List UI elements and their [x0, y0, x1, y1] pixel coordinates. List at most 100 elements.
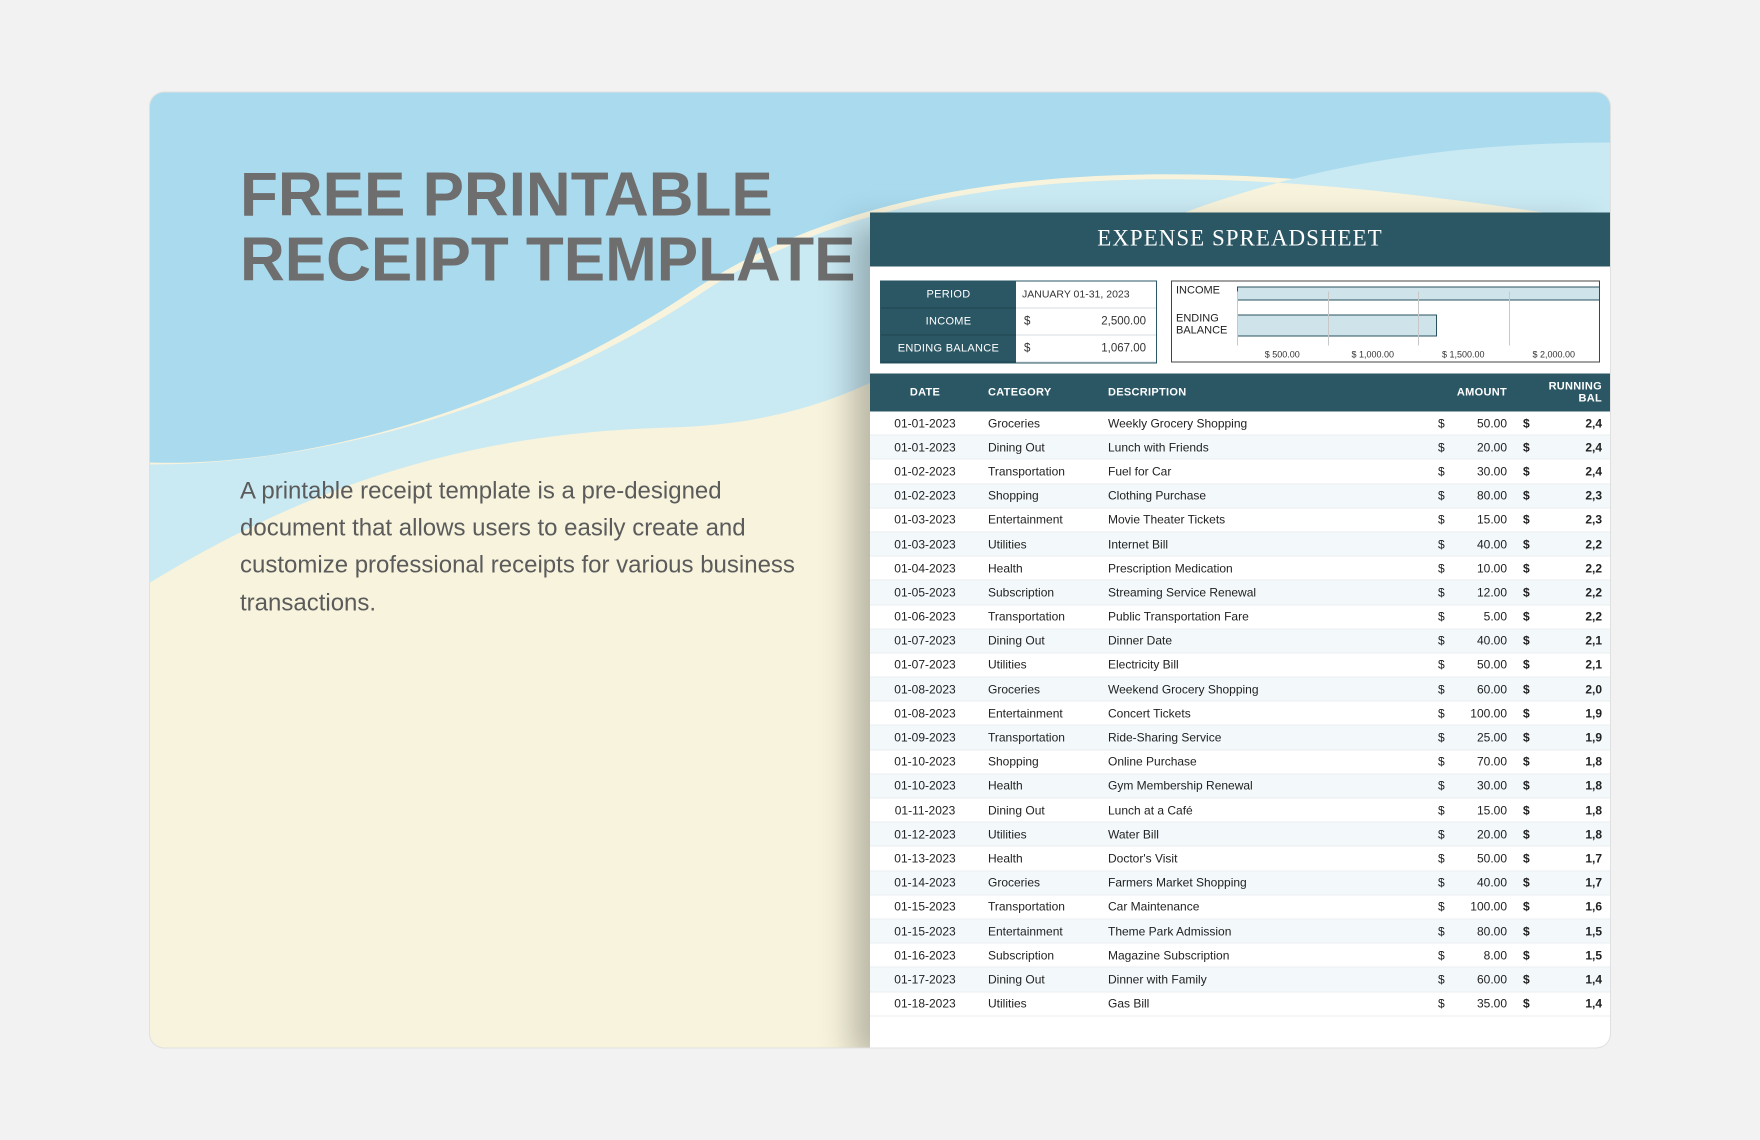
cell-description: Prescription Medication	[1100, 556, 1430, 580]
cell-category: Entertainment	[980, 508, 1100, 532]
cell-date: 01-15-2023	[870, 919, 980, 943]
cell-amount: $80.00	[1430, 484, 1515, 508]
cell-date: 01-01-2023	[870, 412, 980, 436]
table-row: 01-11-2023Dining OutLunch at a Café$15.0…	[870, 798, 1610, 822]
cell-running: $1,5	[1515, 919, 1610, 943]
cell-running: $1,7	[1515, 846, 1610, 870]
cell-date: 01-15-2023	[870, 895, 980, 919]
cell-amount: $10.00	[1430, 556, 1515, 580]
cell-description: Dinner Date	[1100, 629, 1430, 653]
table-row: 01-17-2023Dining OutDinner with Family$6…	[870, 967, 1610, 991]
cell-date: 01-05-2023	[870, 580, 980, 604]
cell-running: $2,3	[1515, 508, 1610, 532]
cell-amount: $80.00	[1430, 919, 1515, 943]
cell-category: Health	[980, 556, 1100, 580]
mini-chart: INCOME ENDING BALANCE $ 500.00 $ 1,000.0…	[1171, 281, 1600, 363]
cell-amount: $100.00	[1430, 895, 1515, 919]
page-title: FREE PRINTABLE RECEIPT TEMPLATE	[240, 163, 855, 293]
cell-category: Health	[980, 774, 1100, 798]
table-row: 01-08-2023EntertainmentConcert Tickets$1…	[870, 701, 1610, 725]
cell-category: Dining Out	[980, 629, 1100, 653]
cell-running: $2,4	[1515, 412, 1610, 436]
spreadsheet-preview: EXPENSE SPREADSHEET PERIOD JANUARY 01-31…	[870, 213, 1610, 1048]
cell-running: $1,9	[1515, 701, 1610, 725]
table-row: 01-05-2023SubscriptionStreaming Service …	[870, 580, 1610, 604]
cell-category: Dining Out	[980, 967, 1100, 991]
table-row: 01-06-2023TransportationPublic Transport…	[870, 605, 1610, 629]
cell-amount: $40.00	[1430, 871, 1515, 895]
table-row: 01-09-2023TransportationRide-Sharing Ser…	[870, 725, 1610, 749]
cell-description: Dinner with Family	[1100, 967, 1430, 991]
cell-amount: $60.00	[1430, 677, 1515, 701]
cell-running: $1,8	[1515, 822, 1610, 846]
cell-description: Clothing Purchase	[1100, 484, 1430, 508]
cell-category: Groceries	[980, 871, 1100, 895]
cell-date: 01-10-2023	[870, 774, 980, 798]
col-desc: DESCRIPTION	[1100, 374, 1430, 412]
cell-date: 01-12-2023	[870, 822, 980, 846]
cell-description: Fuel for Car	[1100, 459, 1430, 483]
cell-amount: $30.00	[1430, 774, 1515, 798]
cell-description: Car Maintenance	[1100, 895, 1430, 919]
cell-amount: $12.00	[1430, 580, 1515, 604]
description-text: A printable receipt template is a pre-de…	[240, 473, 800, 622]
cell-amount: $50.00	[1430, 846, 1515, 870]
col-running: RUNNING BAL	[1515, 374, 1610, 412]
cell-date: 01-08-2023	[870, 677, 980, 701]
cell-amount: $40.00	[1430, 532, 1515, 556]
cell-running: $2,2	[1515, 580, 1610, 604]
cell-running: $1,4	[1515, 967, 1610, 991]
cell-date: 01-06-2023	[870, 605, 980, 629]
summary-income-value: $2,500.00	[1016, 309, 1156, 336]
cell-amount: $20.00	[1430, 822, 1515, 846]
cell-description: Online Purchase	[1100, 750, 1430, 774]
headline-line2: RECEIPT TEMPLATE	[240, 228, 855, 293]
cell-description: Water Bill	[1100, 822, 1430, 846]
cell-description: Lunch at a Café	[1100, 798, 1430, 822]
cell-amount: $50.00	[1430, 653, 1515, 677]
cell-category: Transportation	[980, 459, 1100, 483]
cell-date: 01-10-2023	[870, 750, 980, 774]
sheet-top-block: PERIOD JANUARY 01-31, 2023 INCOME $2,500…	[870, 267, 1610, 374]
cell-amount: $8.00	[1430, 943, 1515, 967]
cell-description: Streaming Service Renewal	[1100, 580, 1430, 604]
cell-amount: $15.00	[1430, 798, 1515, 822]
cell-description: Farmers Market Shopping	[1100, 871, 1430, 895]
cell-running: $1,9	[1515, 725, 1610, 749]
cell-category: Transportation	[980, 605, 1100, 629]
table-row: 01-10-2023HealthGym Membership Renewal$3…	[870, 774, 1610, 798]
cell-date: 01-09-2023	[870, 725, 980, 749]
cell-description: Movie Theater Tickets	[1100, 508, 1430, 532]
table-row: 01-18-2023UtilitiesGas Bill$35.00$1,4	[870, 992, 1610, 1016]
expense-table: DATE CATEGORY DESCRIPTION AMOUNT RUNNING…	[870, 374, 1610, 1017]
table-row: 01-03-2023EntertainmentMovie Theater Tic…	[870, 508, 1610, 532]
table-row: 01-01-2023GroceriesWeekly Grocery Shoppi…	[870, 412, 1610, 436]
cell-running: $1,7	[1515, 871, 1610, 895]
cell-running: $2,4	[1515, 435, 1610, 459]
cell-date: 01-07-2023	[870, 629, 980, 653]
cell-running: $1,8	[1515, 774, 1610, 798]
cell-date: 01-02-2023	[870, 459, 980, 483]
cell-date: 01-03-2023	[870, 508, 980, 532]
cell-description: Doctor's Visit	[1100, 846, 1430, 870]
cell-description: Concert Tickets	[1100, 701, 1430, 725]
table-row: 01-07-2023Dining OutDinner Date$40.00$2,…	[870, 629, 1610, 653]
mini-tick: $ 1,500.00	[1418, 350, 1509, 360]
cell-description: Gym Membership Renewal	[1100, 774, 1430, 798]
cell-running: $2,2	[1515, 532, 1610, 556]
table-row: 01-15-2023EntertainmentTheme Park Admiss…	[870, 919, 1610, 943]
cell-amount: $35.00	[1430, 992, 1515, 1016]
cell-date: 01-18-2023	[870, 992, 980, 1016]
table-header-row: DATE CATEGORY DESCRIPTION AMOUNT RUNNING…	[870, 374, 1610, 412]
table-row: 01-13-2023HealthDoctor's Visit$50.00$1,7	[870, 846, 1610, 870]
table-row: 01-15-2023TransportationCar Maintenance$…	[870, 895, 1610, 919]
cell-amount: $50.00	[1430, 412, 1515, 436]
mini-income-label: INCOME	[1176, 285, 1220, 297]
mini-tick: $ 2,000.00	[1509, 350, 1600, 360]
col-date: DATE	[870, 374, 980, 412]
col-category: CATEGORY	[980, 374, 1100, 412]
cell-running: $1,6	[1515, 895, 1610, 919]
summary-period-value: JANUARY 01-31, 2023	[1016, 282, 1156, 309]
cell-description: Theme Park Admission	[1100, 919, 1430, 943]
cell-description: Magazine Subscription	[1100, 943, 1430, 967]
